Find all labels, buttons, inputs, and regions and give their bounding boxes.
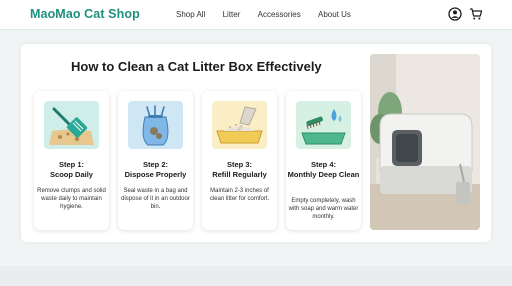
step-description: Empty completely, wash with soap and war… xyxy=(288,198,359,220)
footer-strip xyxy=(0,266,512,286)
guide-card: How to Clean a Cat Litter Box Effectivel… xyxy=(21,44,491,242)
step-label: Step 1: xyxy=(58,160,84,169)
waste-bag-icon xyxy=(128,101,183,149)
step-card-scoop: Step 1: Scoop Daily Remove clumps and so… xyxy=(34,91,109,230)
litter-tray-icon xyxy=(212,101,267,149)
step-card-deep-clean: Step 4: Monthly Deep Clean Empty complet… xyxy=(286,91,361,230)
nav-shop-all[interactable]: Shop All xyxy=(176,10,205,19)
step-card-dispose: Step 2: Dispose Properly Seal waste in a… xyxy=(118,91,193,230)
covered-litter-box-photo xyxy=(370,54,480,230)
nav-about-us[interactable]: About Us xyxy=(318,10,351,19)
user-circle-icon[interactable] xyxy=(448,7,462,21)
step-name: Scoop Daily xyxy=(50,170,93,179)
main-nav: Shop All Litter Accessories About Us xyxy=(176,10,366,19)
step-label: Step 4: xyxy=(310,160,336,169)
step-description: Seal waste in a bag and dispose of it in… xyxy=(121,188,190,210)
step-card-refill: Step 3: Refill Regularly Maintain 2-3 in… xyxy=(202,91,277,230)
page-title: How to Clean a Cat Litter Box Effectivel… xyxy=(71,59,322,74)
step-name: Monthly Deep Clean xyxy=(287,170,360,179)
nav-litter[interactable]: Litter xyxy=(223,10,241,19)
scoop-icon xyxy=(44,101,99,149)
step-name: Dispose Properly xyxy=(124,170,187,179)
brush-and-tray-icon xyxy=(296,101,351,149)
step-label: Step 2: xyxy=(142,160,168,169)
nav-accessories[interactable]: Accessories xyxy=(258,10,301,19)
top-navigation-bar: MaoMao Cat Shop Shop All Litter Accessor… xyxy=(0,0,512,30)
step-label: Step 3: xyxy=(226,160,252,169)
step-description: Maintain 2-3 inches of clean litter for … xyxy=(209,188,270,202)
shopping-cart-icon[interactable] xyxy=(469,7,483,21)
brand-logo[interactable]: MaoMao Cat Shop xyxy=(30,7,140,21)
step-description: Remove clumps and solid waste daily to m… xyxy=(37,188,106,210)
step-name: Refill Regularly xyxy=(212,170,267,179)
